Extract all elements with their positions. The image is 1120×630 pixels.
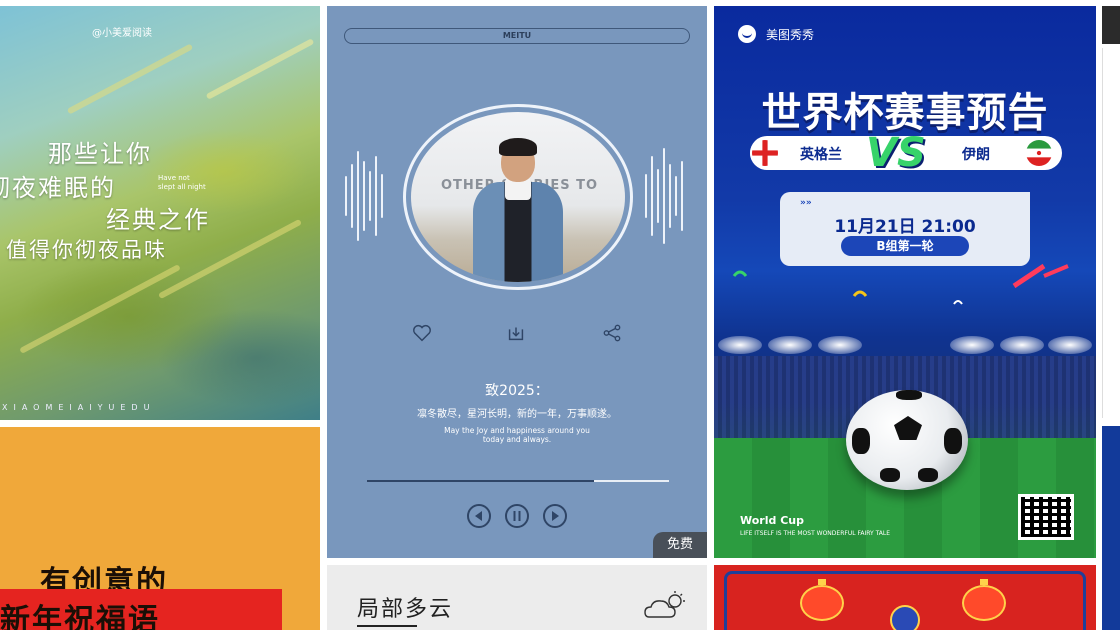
match-info-card: »» 11月21日 21:00 B组第一轮: [780, 192, 1030, 266]
next-icon[interactable]: [543, 504, 567, 528]
football-icon: [846, 390, 968, 490]
greeting-english-2: today and always.: [482, 435, 552, 444]
playback-progress[interactable]: [367, 480, 669, 482]
iran-flag-icon: [1024, 138, 1054, 168]
template-card-reeds[interactable]: @小美爱阅读 那些让你 彻夜难眠的 Have not slept all nig…: [0, 6, 320, 420]
newyear-line-2: 新年祝福语: [0, 603, 160, 630]
poster-footer: XIAOMEIAIYUEDU: [2, 403, 156, 412]
team-left: 英格兰: [800, 147, 842, 163]
pause-icon[interactable]: [505, 504, 529, 528]
weather-title: 局部多云: [357, 597, 454, 622]
meitu-logo-icon: [738, 25, 756, 43]
decor-streak: [66, 43, 194, 115]
lantern-icon: [962, 579, 1006, 621]
poem-line-2: 彻夜难眠的: [0, 174, 116, 202]
greeting-text: 凛冬散尽，星河长明，新的一年，万事顺遂。: [417, 409, 617, 420]
waveform-left: [343, 146, 393, 246]
poem-line-1: 那些让你: [48, 140, 152, 168]
author-handle: @小美爱阅读: [92, 28, 152, 39]
greeting-title: 致2025：: [485, 383, 549, 399]
match-datetime: 11月21日 21:00: [834, 217, 976, 237]
greeting-english-1: May the Joy and happiness around you: [444, 426, 590, 435]
poem-english: Have not slept all night: [158, 174, 206, 191]
arrows-decor: »»: [800, 198, 812, 208]
team-right: 伊朗: [962, 147, 990, 163]
decor-streak: [205, 38, 315, 100]
share-icon[interactable]: [601, 322, 623, 344]
previous-icon[interactable]: [467, 504, 491, 528]
cloud-sun-icon: [644, 591, 685, 618]
template-card-world-cup[interactable]: 美图秀秀 世界杯赛事预告 英格兰 VS 伊朗 »» 11月21日 21:00 B…: [714, 6, 1096, 558]
template-card-music-player[interactable]: MEITU OTHER STORIES TO: [327, 6, 707, 558]
qr-code-icon: [1018, 494, 1074, 540]
brand-name: 美图秀秀: [766, 28, 815, 42]
template-card-partial-middle[interactable]: [1102, 48, 1120, 418]
heart-icon[interactable]: [411, 322, 433, 344]
match-group: B组第一轮: [841, 236, 969, 256]
poster-footer-tagline: LIFE ITSELF IS THE MOST WONDERFUL FAIRY …: [740, 530, 891, 537]
vs-label: VS: [866, 130, 926, 176]
template-card-lanterns[interactable]: [714, 565, 1096, 630]
free-badge: 免费: [653, 532, 707, 558]
england-flag-icon: [750, 138, 780, 168]
download-icon[interactable]: [505, 322, 527, 344]
template-card-new-year[interactable]: 有创意的 新年祝福语: [0, 427, 320, 630]
brand-bar: MEITU: [344, 28, 690, 44]
decor-streak: [19, 264, 181, 354]
template-gallery: @小美爱阅读 那些让你 彻夜难眠的 Have not slept all nig…: [0, 0, 1120, 630]
ornament-medallion: [890, 605, 920, 630]
album-photo: OTHER STORIES TO: [411, 112, 625, 282]
poem-line-3: 经典之作: [106, 206, 210, 234]
poster-footer-title: World Cup: [740, 514, 804, 527]
lantern-icon: [800, 579, 844, 621]
title-underline: [357, 625, 417, 627]
poem-line-4: 值得你彻夜品味: [6, 238, 167, 262]
template-card-partial-top[interactable]: [1102, 6, 1120, 44]
template-card-weather[interactable]: 局部多云: [327, 565, 707, 630]
waveform-right: [643, 146, 693, 246]
template-card-partial-bottom[interactable]: [1102, 426, 1120, 630]
